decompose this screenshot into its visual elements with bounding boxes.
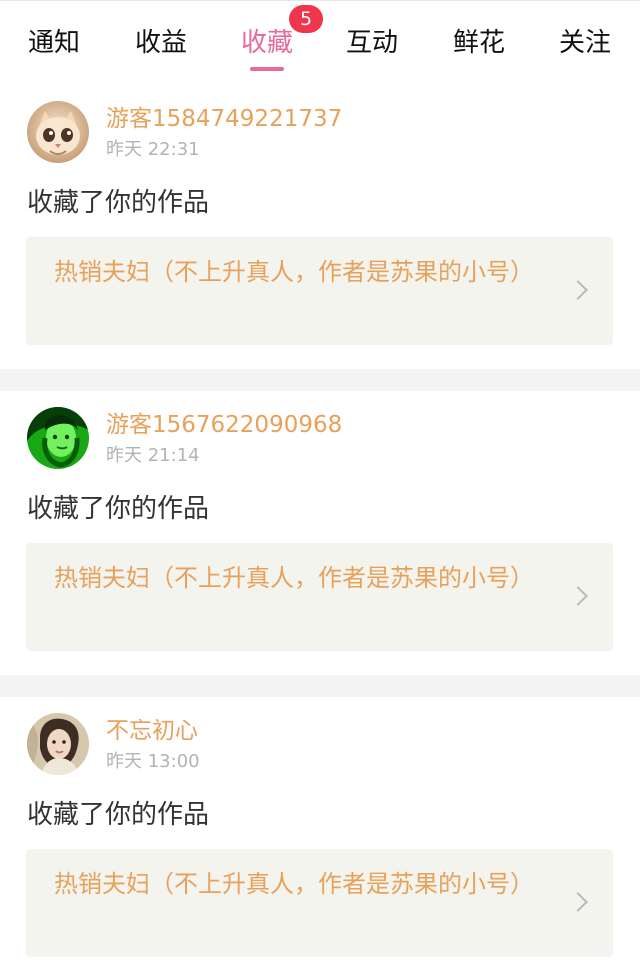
notification-action: 收藏了你的作品 <box>27 188 210 218</box>
notification-item: 不忘初心 昨天 13:00 收藏了你的作品 热销夫妇（不上升真人，作者是苏果的小… <box>0 697 640 964</box>
tab-label: 通知 <box>27 28 81 58</box>
tab-label: 鲜花 <box>452 28 506 58</box>
active-tab-indicator <box>249 67 284 71</box>
username[interactable]: 游客1584749221737 <box>106 103 342 135</box>
feed-separator <box>0 369 640 391</box>
username[interactable]: 不忘初心 <box>106 715 198 747</box>
tab-label: 互动 <box>345 28 399 58</box>
tab-label: 关注 <box>558 28 612 58</box>
notifications-page: 通知 收益 收藏 5 互动 鲜花 关注 游客1584749221737 昨天 2… <box>0 0 640 964</box>
tab-label: 收藏 <box>240 28 294 58</box>
tab-flowers[interactable]: 鲜花 <box>453 23 505 63</box>
favorite-notification-list: 游客1584749221737 昨天 22:31 收藏了你的作品 热销夫妇（不上… <box>0 85 640 964</box>
tab-favorites[interactable]: 收藏 5 <box>240 5 324 71</box>
tab-following[interactable]: 关注 <box>559 23 611 63</box>
notification-item: 游客1584749221737 昨天 22:31 收藏了你的作品 热销夫妇（不上… <box>0 85 640 391</box>
chevron-right-icon <box>568 586 588 606</box>
notification-action: 收藏了你的作品 <box>27 494 210 524</box>
favorites-count-badge: 5 <box>289 5 324 33</box>
cat-avatar-icon[interactable] <box>27 101 89 163</box>
notification-item: 游客1567622090968 昨天 21:14 收藏了你的作品 热销夫妇（不上… <box>0 391 640 697</box>
portrait-avatar-icon[interactable] <box>27 713 89 775</box>
username[interactable]: 游客1567622090968 <box>106 409 342 441</box>
notification-time: 昨天 21:14 <box>106 445 200 466</box>
favorited-work-link[interactable]: 热销夫妇（不上升真人，作者是苏果的小号） <box>26 543 613 651</box>
feed-separator <box>0 675 640 697</box>
tab-notifications[interactable]: 通知 <box>28 23 80 63</box>
chevron-right-icon <box>568 892 588 912</box>
work-title: 热销夫妇（不上升真人，作者是苏果的小号） <box>54 564 534 592</box>
work-title: 热销夫妇（不上升真人，作者是苏果的小号） <box>54 870 534 898</box>
tab-earnings[interactable]: 收益 <box>135 23 187 63</box>
green-portrait-avatar-icon[interactable] <box>27 407 89 469</box>
notification-action: 收藏了你的作品 <box>27 800 210 830</box>
notification-time: 昨天 13:00 <box>106 751 200 772</box>
favorited-work-link[interactable]: 热销夫妇（不上升真人，作者是苏果的小号） <box>26 237 613 345</box>
notification-tab-bar: 通知 收益 收藏 5 互动 鲜花 关注 <box>0 0 640 85</box>
chevron-right-icon <box>568 280 588 300</box>
favorited-work-link[interactable]: 热销夫妇（不上升真人，作者是苏果的小号） <box>26 849 613 957</box>
work-title: 热销夫妇（不上升真人，作者是苏果的小号） <box>54 258 534 286</box>
tab-label: 收益 <box>134 28 188 58</box>
notification-time: 昨天 22:31 <box>106 139 200 160</box>
tab-interactions[interactable]: 互动 <box>346 23 398 63</box>
